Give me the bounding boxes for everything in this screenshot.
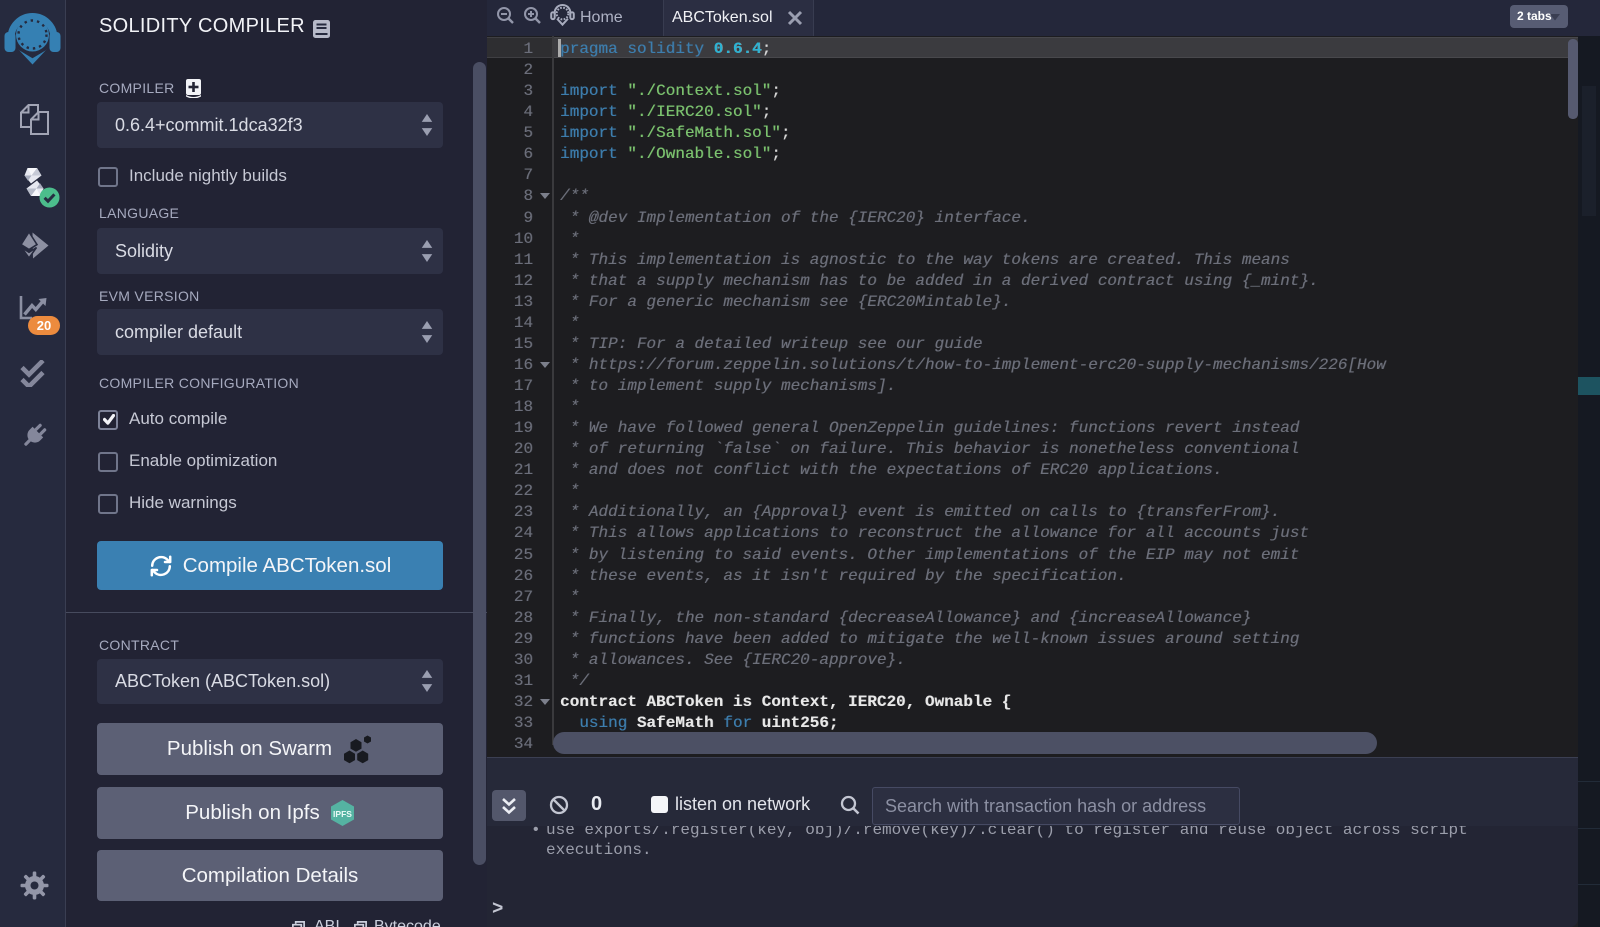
svg-text:IPFS: IPFS xyxy=(333,809,352,819)
